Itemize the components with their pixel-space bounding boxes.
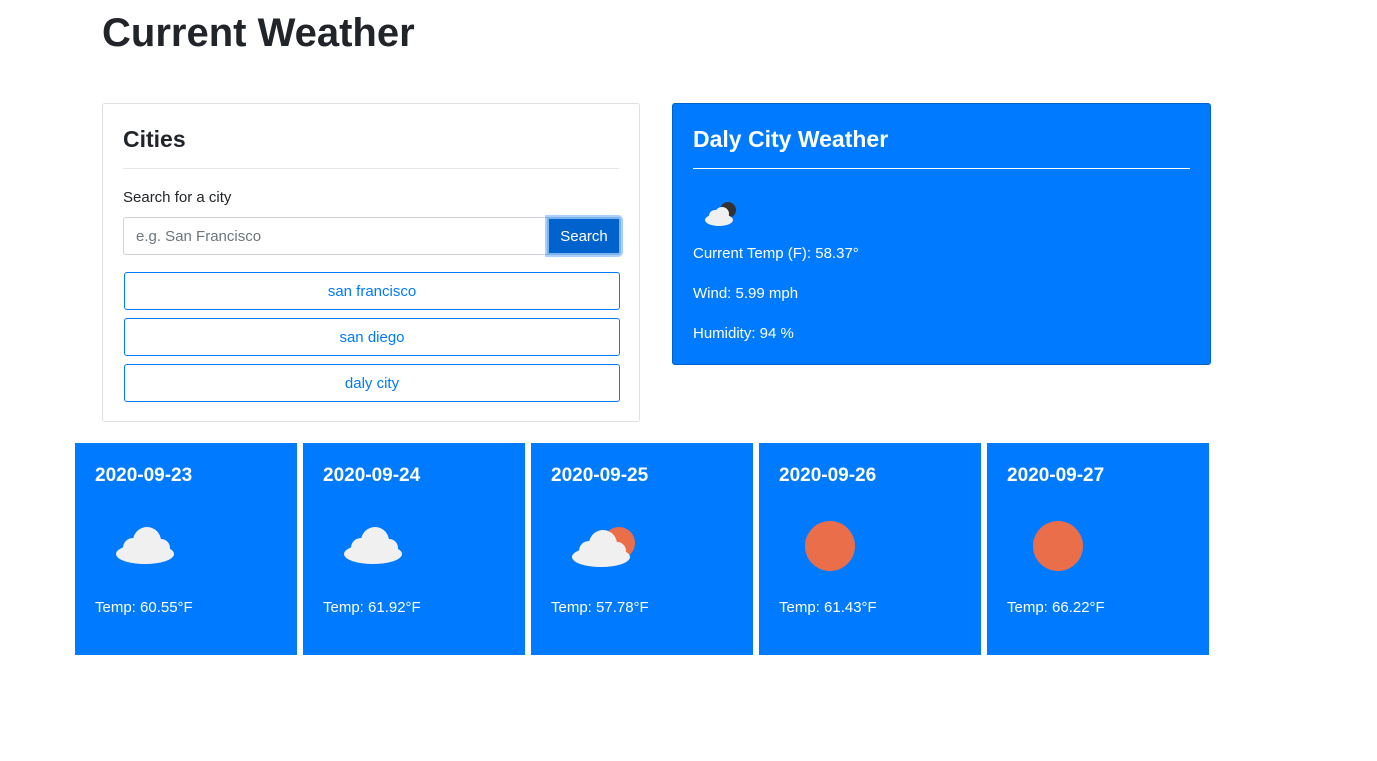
- forecast-date: 2020-09-25: [551, 465, 649, 486]
- city-button-san-diego[interactable]: san diego: [124, 318, 620, 356]
- forecast-date: 2020-09-23: [95, 465, 193, 486]
- forecast-temp: Temp: 61.92°F: [323, 599, 421, 616]
- current-humidity: Humidity: 94 %: [693, 325, 794, 342]
- forecast-card: 2020-09-27 Temp: 66.22°F: [987, 443, 1209, 655]
- city-button-san-francisco[interactable]: san francisco: [124, 272, 620, 310]
- city-button-daly-city[interactable]: daly city: [124, 364, 620, 402]
- current-weather-card: Daly City Weather Current Temp (F): 58.3…: [672, 103, 1211, 365]
- sun-icon: [1033, 521, 1083, 571]
- night-partly-cloudy-icon: [705, 202, 736, 226]
- forecast-card: 2020-09-24 Temp: 61.92°F: [303, 443, 525, 655]
- forecast-temp: Temp: 61.43°F: [779, 599, 877, 616]
- divider: [693, 168, 1190, 169]
- sun-icon: [805, 521, 855, 571]
- forecast-card: 2020-09-25 Temp: 57.78°F: [531, 443, 753, 655]
- city-search-input[interactable]: [123, 217, 549, 255]
- forecast-temp: Temp: 66.22°F: [1007, 599, 1105, 616]
- cities-card: Cities Search for a city Search san fran…: [102, 103, 640, 422]
- city-list: san francisco san diego daly city: [124, 272, 620, 410]
- forecast-date: 2020-09-27: [1007, 465, 1105, 486]
- divider: [123, 168, 619, 169]
- forecast-temp: Temp: 60.55°F: [95, 599, 193, 616]
- page-title: Current Weather: [102, 11, 415, 55]
- page: Current Weather Cities Search for a city…: [0, 0, 1377, 761]
- search-button[interactable]: Search: [547, 217, 621, 255]
- forecast-card: 2020-09-23 Temp: 60.55°F: [75, 443, 297, 655]
- current-weather-title: Daly City Weather: [693, 126, 889, 152]
- cities-title: Cities: [123, 126, 186, 152]
- search-group: Search: [123, 217, 621, 255]
- current-temp: Current Temp (F): 58.37°: [693, 245, 859, 262]
- cloud-icon: [116, 527, 174, 564]
- cloud-icon: [344, 527, 402, 564]
- forecast-temp: Temp: 57.78°F: [551, 599, 649, 616]
- forecast-date: 2020-09-26: [779, 465, 877, 486]
- forecast-date: 2020-09-24: [323, 465, 421, 486]
- search-label: Search for a city: [123, 189, 232, 206]
- current-wind: Wind: 5.99 mph: [693, 285, 799, 302]
- partly-cloudy-icon: [572, 527, 635, 567]
- forecast-card: 2020-09-26 Temp: 61.43°F: [759, 443, 981, 655]
